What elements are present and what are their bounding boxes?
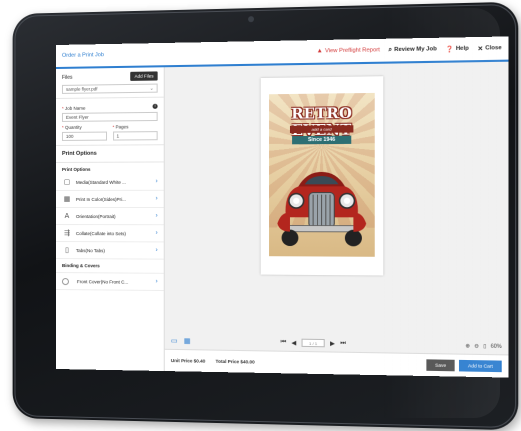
fit-page-icon[interactable]: ▯ (483, 343, 486, 349)
option-color-label: Print In Color(Sides)Pri... (75, 196, 126, 202)
unit-price: Unit Price $0.40 (170, 357, 206, 364)
screen: Order a Print Job ▲ View Preflight Repor… (56, 36, 509, 378)
option-media-label: Media(Standard White ... (75, 179, 126, 185)
page-navigator: ⏮ ◀ 1 / 1 ▶ ⏭ (281, 338, 346, 348)
print-options-header: Print Options (56, 145, 164, 163)
preview-canvas: RETRO EVENT add a card Since 1946 (164, 61, 509, 355)
pages-input[interactable]: 1 (112, 131, 158, 141)
orientation-icon: A (64, 212, 70, 220)
preflight-report-label: View Preflight Report (324, 47, 380, 55)
single-page-view-icon[interactable]: ▭ (171, 337, 178, 345)
warning-icon: ▲ (316, 48, 323, 55)
review-job-label: Review My Job (394, 46, 437, 54)
help-icon: ❓ (445, 46, 454, 53)
preflight-report-link[interactable]: ▲ View Preflight Report (317, 47, 380, 54)
last-page-icon[interactable]: ⏭ (340, 340, 346, 347)
page-title: Order a Print Job (61, 52, 104, 59)
chevron-down-icon: ⌄ (149, 85, 154, 91)
file-select-value: sample flyer.pdf (65, 86, 98, 92)
binding-covers-header: Binding & Covers (56, 259, 164, 274)
flyer-artwork: RETRO EVENT add a card Since 1946 (269, 92, 375, 257)
job-name-label: * Job Name (61, 105, 86, 111)
save-button[interactable]: Save (426, 359, 455, 372)
option-collate[interactable]: ⇶ Collate(Collate into Sets) › (56, 225, 164, 243)
option-front-cover[interactable]: Front Cover(No Front C... › (56, 273, 164, 292)
flyer-subtitle: add a card (289, 125, 354, 134)
front-cover-radio[interactable] (61, 277, 69, 285)
grid-view-icon[interactable]: ▦ (184, 337, 191, 345)
search-icon: ⌕ (388, 46, 393, 53)
add-to-cart-button[interactable]: Add to Cart (459, 359, 502, 373)
quantity-input[interactable]: 100 (61, 131, 107, 141)
option-tabs[interactable]: ▯ Tabs(No Tabs) › (56, 242, 164, 260)
help-label: Help (455, 45, 469, 53)
next-page-icon[interactable]: ▶ (330, 340, 335, 347)
quantity-label: * Quantity (61, 124, 82, 130)
document-page: RETRO EVENT add a card Since 1946 (260, 76, 384, 276)
zoom-out-icon[interactable]: ⊖ (474, 343, 479, 349)
tabs-icon: ▯ (65, 247, 69, 255)
total-price: Total Price $40.00 (215, 358, 255, 365)
option-orientation-label: Orientation(Portrait) (75, 213, 116, 219)
files-section: Files Add Files sample flyer.pdf ⌄ (56, 67, 164, 99)
zoom-controls: ⊕ ⊖ ▯ 60% (465, 343, 501, 350)
review-job-button[interactable]: ⌕ Review My Job (388, 46, 436, 54)
pages-label: * Pages (112, 124, 129, 130)
option-front-cover-label: Front Cover(No Front C... (76, 278, 129, 285)
close-label: Close (485, 44, 502, 52)
file-select[interactable]: sample flyer.pdf ⌄ (61, 83, 158, 94)
color-icon: ▦ (63, 195, 71, 203)
chevron-right-icon: › (155, 247, 158, 254)
option-tabs-label: Tabs(No Tabs) (75, 247, 105, 253)
left-panel: Files Add Files sample flyer.pdf ⌄ * Job… (56, 67, 165, 372)
chevron-right-icon: › (155, 213, 158, 220)
page-number-input[interactable]: 1 / 1 (301, 338, 325, 348)
chevron-right-icon: › (155, 178, 158, 185)
vintage-car-illustration (277, 171, 367, 247)
chevron-right-icon: › (155, 230, 158, 237)
option-orientation[interactable]: A Orientation(Portrait) › (56, 208, 164, 226)
flyer-since-banner: Since 1946 (292, 135, 352, 145)
chevron-right-icon: › (155, 278, 158, 285)
option-media[interactable]: ▢ Media(Standard White ... › (56, 173, 164, 191)
option-color[interactable]: ▦ Print In Color(Sides)Pri... › (56, 190, 164, 209)
prev-page-icon[interactable]: ◀ (291, 339, 296, 346)
flyer-title: RETRO EVENT (291, 105, 353, 140)
close-icon: ✕ (477, 45, 484, 53)
print-options-subheader: Print Options (61, 166, 91, 172)
chevron-right-icon: › (155, 195, 158, 202)
media-icon: ▢ (63, 178, 71, 186)
close-button[interactable]: ✕ Close (478, 44, 502, 52)
add-files-button[interactable]: Add Files (130, 71, 158, 81)
zoom-in-icon[interactable]: ⊕ (465, 343, 470, 349)
view-toggle: ▭ ▦ (171, 337, 191, 345)
info-icon[interactable]: i (152, 103, 158, 109)
option-collate-label: Collate(Collate into Sets) (75, 230, 126, 236)
zoom-level[interactable]: 60% (491, 344, 502, 350)
help-button[interactable]: ❓ Help (445, 45, 468, 53)
job-details-section: * Job Name i Event Flyer * Quantity 100 … (56, 97, 164, 146)
first-page-icon[interactable]: ⏮ (281, 339, 287, 346)
collate-icon: ⇶ (64, 230, 70, 238)
files-label: Files (61, 74, 73, 81)
